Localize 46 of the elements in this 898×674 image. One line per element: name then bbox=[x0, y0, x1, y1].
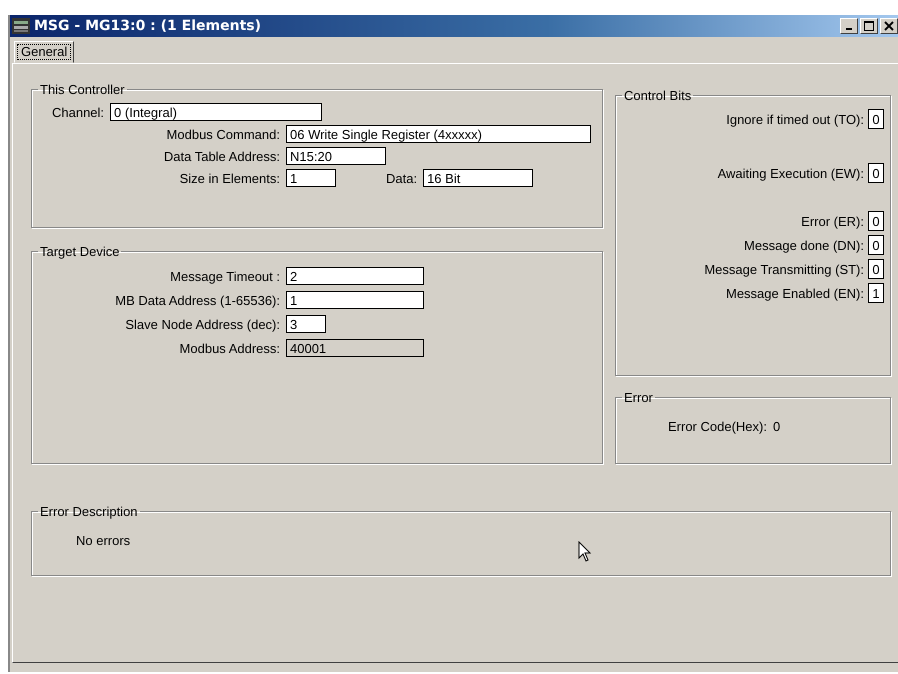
value-box: 0 bbox=[868, 109, 884, 129]
input-field[interactable]: 3 bbox=[286, 315, 326, 333]
field-label: Size in Elements: bbox=[178, 170, 281, 186]
field-label: Message Transmitting (ST): bbox=[704, 262, 864, 276]
group-title: Error Description bbox=[39, 504, 139, 519]
maximize-button[interactable] bbox=[860, 18, 878, 34]
value-box: 0 bbox=[868, 235, 884, 255]
input-field[interactable]: 0 (Integral) bbox=[110, 103, 322, 121]
field-label: Slave Node Address (dec): bbox=[124, 316, 281, 332]
field-label: Message Enabled (EN): bbox=[726, 286, 864, 300]
field-label: Modbus Address: bbox=[178, 340, 281, 356]
field-label: MB Data Address (1-65536): bbox=[114, 292, 281, 308]
field-label: Message done (DN): bbox=[744, 238, 864, 252]
field-label: Data Table Address: bbox=[162, 148, 281, 164]
error-message: No errors bbox=[75, 532, 130, 548]
field-label: Message Timeout : bbox=[169, 268, 281, 284]
window-title: MSG - MG13:0 : (1 Elements) bbox=[34, 18, 262, 34]
cursor-icon bbox=[578, 541, 592, 563]
input-field[interactable]: 1 bbox=[286, 291, 424, 309]
minimize-button[interactable] bbox=[840, 18, 858, 34]
input-field[interactable]: 2 bbox=[286, 267, 424, 285]
value-box: 0 bbox=[868, 259, 884, 279]
tab[interactable]: General bbox=[14, 41, 74, 63]
error-code: 0 bbox=[772, 419, 780, 434]
field-label: Error Code(Hex): bbox=[668, 419, 767, 434]
value-box: 0 bbox=[868, 211, 884, 231]
field-label: Error (ER): bbox=[801, 214, 864, 228]
app-icon bbox=[12, 18, 30, 34]
maximize-icon bbox=[864, 21, 874, 31]
input-field[interactable]: 16 Bit bbox=[423, 169, 534, 187]
close-icon bbox=[884, 21, 894, 31]
value-box: 1 bbox=[868, 283, 884, 303]
input-field[interactable]: N15:20 bbox=[286, 147, 386, 165]
group-title: Target Device bbox=[39, 244, 120, 259]
field-label: Data: bbox=[386, 170, 418, 186]
field-label: Ignore if timed out (TO): bbox=[726, 112, 864, 126]
value-box: 0 bbox=[868, 163, 884, 183]
group-title: Control Bits bbox=[623, 88, 692, 103]
field-label: Awaiting Execution (EW): bbox=[718, 166, 864, 180]
group-title: Error bbox=[623, 390, 654, 405]
input-field[interactable]: 1 bbox=[286, 169, 336, 187]
input-field[interactable]: 06 Write Single Register (4xxxxx) bbox=[286, 125, 591, 143]
group-title: This Controller bbox=[39, 82, 126, 97]
close-button[interactable] bbox=[880, 18, 898, 34]
field-label: Channel: bbox=[51, 104, 106, 120]
field-label: Modbus Command: bbox=[166, 126, 281, 142]
